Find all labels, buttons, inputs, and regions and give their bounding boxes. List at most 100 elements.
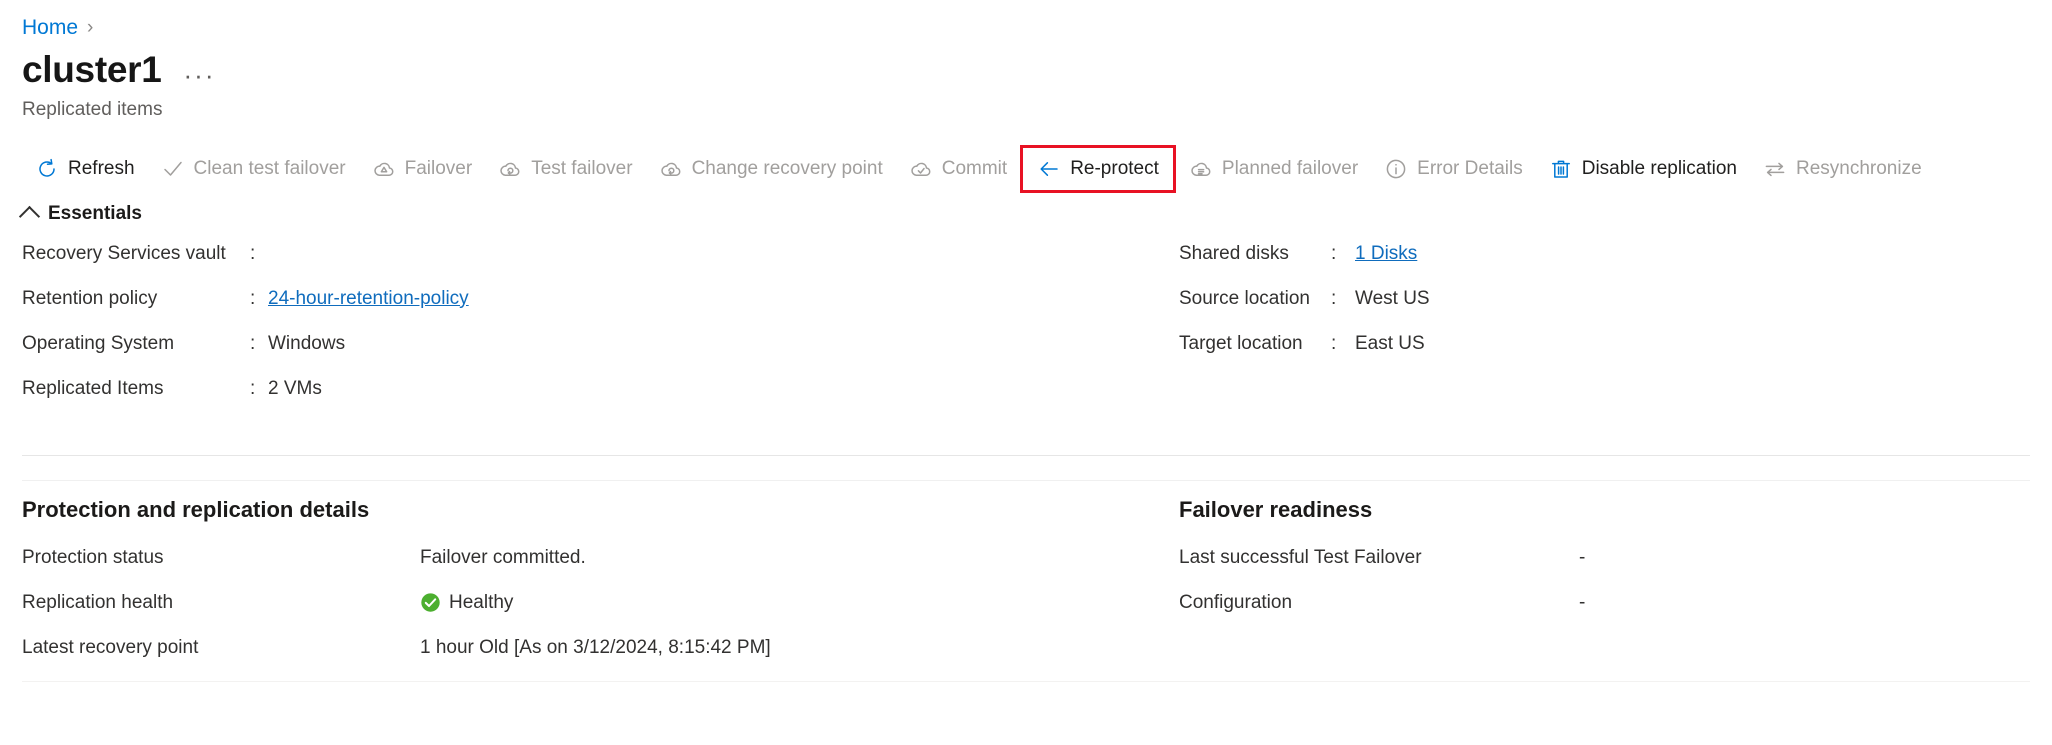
detail-row: Replication health Healthy (22, 580, 771, 625)
detail-value-text: - (1579, 546, 1586, 568)
cloud-recovery-point-icon (659, 157, 683, 181)
title-row: cluster1 ··· (22, 49, 2030, 90)
more-options-icon[interactable]: ··· (184, 60, 216, 89)
command-refresh[interactable]: Refresh (22, 147, 148, 191)
command-label: Resynchronize (1795, 157, 1922, 179)
failover-readiness-column: Failover readiness Last successful Test … (1179, 497, 1585, 625)
chevron-right-icon: › (87, 16, 94, 38)
essentials-value-link[interactable]: 24-hour-retention-policy (268, 288, 469, 310)
page-subtitle: Replicated items (22, 98, 163, 120)
detail-value-text: Healthy (449, 591, 514, 613)
essentials-label: Target location (1179, 332, 1303, 354)
divider-second (22, 480, 2030, 481)
essentials-colon: : (1331, 242, 1337, 264)
essentials-colon: : (1331, 287, 1337, 309)
essentials-value: West US (1355, 287, 1430, 309)
essentials-toggle[interactable]: Essentials (18, 202, 142, 227)
info-icon (1384, 157, 1408, 181)
detail-value: Failover committed. (420, 547, 586, 569)
command-label: Clean test failover (193, 157, 346, 179)
essentials-row: Retention policy:24-hour-retention-polic… (22, 288, 469, 333)
essentials-colon: : (250, 332, 256, 354)
command-label: Test failover (531, 157, 633, 179)
essentials-colon: : (250, 377, 256, 399)
checkmark-icon (161, 157, 185, 181)
command-commit: Commit (896, 147, 1020, 191)
command-resynchronize: Resynchronize (1750, 147, 1935, 191)
command-disable-replication[interactable]: Disable replication (1536, 147, 1750, 191)
detail-row: Configuration - (1179, 580, 1585, 625)
page-title: cluster1 (22, 49, 162, 90)
essentials-colon: : (250, 242, 256, 264)
command-bar: Refresh Clean test failover Failover Test f… (22, 144, 2030, 193)
command-change-recovery-point: Change recovery point (646, 147, 896, 191)
essentials-value-link[interactable]: 1 Disks (1355, 243, 1417, 265)
essentials-colon: : (1331, 332, 1337, 354)
divider-top (22, 455, 2030, 456)
essentials-label: Essentials (48, 202, 142, 224)
refresh-icon (35, 157, 59, 181)
breadcrumb: Home › (22, 0, 2030, 44)
detail-value: 1 hour Old [As on 3/12/2024, 8:15:42 PM] (420, 637, 771, 659)
essentials-label: Shared disks (1179, 242, 1289, 264)
detail-value: - (1579, 592, 1585, 614)
chevron-up-icon (18, 205, 41, 227)
detail-key: Latest recovery point (22, 636, 199, 658)
detail-key: Configuration (1179, 591, 1293, 613)
cloud-test-failover-icon (498, 157, 522, 181)
essentials-label: Retention policy (22, 287, 158, 309)
detail-row: Protection status Failover committed. (22, 535, 771, 580)
arrow-left-icon (1037, 157, 1061, 181)
essentials-label: Replicated Items (22, 377, 164, 399)
detail-value: Healthy (420, 592, 513, 614)
divider-bottom (22, 681, 2030, 682)
essentials-label: Source location (1179, 287, 1310, 309)
protection-details-column: Protection and replication details Prote… (22, 497, 771, 670)
command-label: Refresh (68, 157, 135, 179)
essentials-row: Target location: East US (1179, 333, 1430, 378)
essentials-label: Operating System (22, 332, 175, 354)
command-label: Commit (941, 157, 1008, 179)
failover-readiness-title: Failover readiness (1179, 497, 1373, 522)
detail-value-text: Failover committed. (420, 546, 586, 568)
command-test-failover: Test failover (485, 147, 645, 191)
detail-key: Last successful Test Failover (1179, 546, 1422, 568)
protection-details-title: Protection and replication details (22, 497, 370, 522)
detail-row: Latest recovery point 1 hour Old [As on 3… (22, 625, 771, 670)
essentials-value: East US (1355, 332, 1425, 354)
trash-icon (1549, 157, 1573, 181)
command-label: Planned failover (1221, 157, 1359, 179)
essentials-value: Windows (268, 332, 346, 354)
cloud-commit-icon (909, 157, 933, 181)
essentials-label: Recovery Services vault (22, 242, 226, 264)
detail-value: - (1579, 547, 1585, 569)
command-re-protect[interactable]: Re-protect (1020, 144, 1176, 193)
essentials-row: Recovery Services vault: (22, 243, 469, 288)
command-label: Disable replication (1581, 157, 1737, 179)
essentials-row: Replicated Items:2 VMs (22, 378, 469, 423)
command-label: Failover (404, 157, 473, 179)
essentials-row: Source location: West US (1179, 288, 1430, 333)
command-label: Re-protect (1070, 157, 1159, 179)
detail-key: Replication health (22, 591, 174, 613)
detail-value-text: 1 hour Old [As on 3/12/2024, 8:15:42 PM] (420, 636, 771, 658)
command-error-details: Error Details (1371, 147, 1536, 191)
essentials-section: Recovery Services vault: Retention policy… (22, 243, 2030, 411)
essentials-left-column: Recovery Services vault: Retention policy… (22, 243, 469, 423)
essentials-colon: : (250, 287, 256, 309)
command-failover: Failover (359, 147, 486, 191)
detail-value-text: - (1579, 591, 1586, 613)
cloud-planned-failover-icon (1189, 157, 1213, 181)
health-ok-icon (420, 592, 441, 613)
command-label: Change recovery point (691, 157, 883, 179)
detail-key: Protection status (22, 546, 164, 568)
essentials-row: Shared disks:1 Disks (1179, 243, 1430, 288)
resync-icon (1763, 157, 1787, 181)
command-planned-failover: Planned failover (1176, 147, 1371, 191)
detail-row: Last successful Test Failover - (1179, 535, 1585, 580)
essentials-value: 2 VMs (268, 377, 322, 399)
breadcrumb-item-home[interactable]: Home (22, 17, 78, 38)
essentials-row: Operating System: Windows (22, 333, 469, 378)
command-label: Error Details (1417, 157, 1523, 179)
command-clean-test-failover: Clean test failover (148, 147, 359, 191)
